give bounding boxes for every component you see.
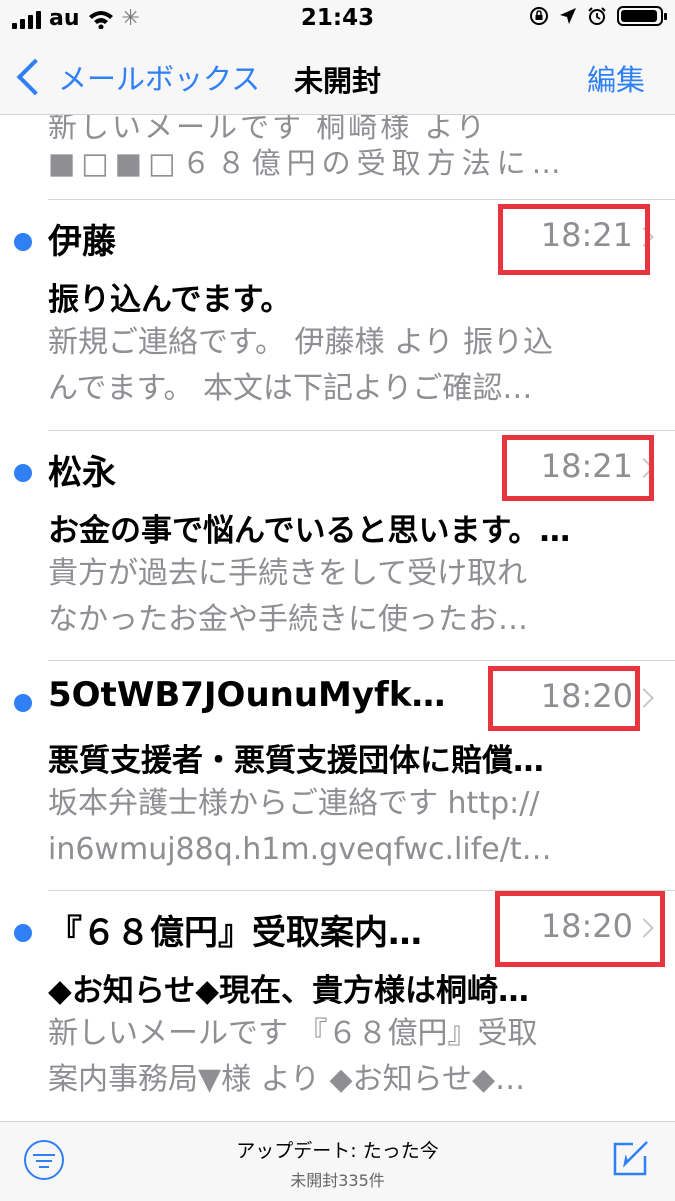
subject: 振り込んでます。 bbox=[48, 282, 292, 318]
sender-name: 松永 bbox=[48, 453, 116, 493]
back-label: メールボックス bbox=[58, 62, 261, 96]
compose-icon[interactable] bbox=[611, 1138, 651, 1178]
bottom-toolbar: アップデート: たった今 未開封335件 bbox=[0, 1121, 675, 1201]
unread-dot-icon bbox=[14, 464, 32, 482]
subject: お金の事で悩んでいると思います。… bbox=[48, 513, 571, 549]
page-title: 未開封 bbox=[293, 64, 381, 98]
highlight-box bbox=[488, 666, 640, 731]
list-item-partial[interactable]: 新しいメールです 桐崎様 より ■□■□６８億円の受取方法に… bbox=[48, 115, 648, 185]
mailboxes-back-button[interactable]: メールボックス bbox=[14, 56, 260, 98]
highlight-box bbox=[495, 891, 665, 967]
preview: 新規ご連絡です。 伊藤様 より 振り込 んでます。 本文は下記よりご確認… bbox=[48, 320, 648, 412]
preview-line1: 新しいメールです 『６８億円』受取 bbox=[48, 1016, 538, 1051]
update-status: アップデート: たった今 未開封335件 bbox=[0, 1136, 675, 1191]
highlight-box bbox=[502, 435, 654, 501]
navigation-bar: メールボックス 未開封 編集 bbox=[0, 40, 675, 115]
preview-line2: なかったお金や手続きに使ったお… bbox=[48, 602, 528, 637]
partial-preview-line2: ■□■□６８億円の受取方法に… bbox=[48, 146, 567, 180]
status-right bbox=[529, 6, 667, 26]
back-chevron-icon bbox=[16, 58, 54, 96]
preview-line1: 新規ご連絡です。 伊藤様 より 振り込 bbox=[48, 325, 554, 360]
unread-count: 未開封335件 bbox=[290, 1171, 385, 1190]
edit-button[interactable]: 編集 bbox=[587, 57, 645, 99]
sender-name: 5OtWB7JOunuMyfk… bbox=[48, 675, 446, 715]
unread-dot-icon bbox=[14, 233, 32, 251]
preview: 貴方が過去に手続きをして受け取れ なかったお金や手続きに使ったお… bbox=[48, 551, 648, 643]
sender-name: 伊藤 bbox=[48, 222, 116, 262]
preview: 新しいメールです 『６８億円』受取 案内事務局▼様 より ◆お知らせ◆… bbox=[48, 1011, 648, 1103]
unread-dot-icon bbox=[14, 924, 32, 942]
preview: 坂本弁護士様からご連絡です http:// in6wmuj88q.h1m.gve… bbox=[48, 781, 648, 873]
lock-rotation-icon bbox=[530, 7, 548, 25]
partial-preview-line1: 新しいメールです 桐崎様 より bbox=[48, 115, 488, 141]
list-item[interactable]: 5OtWB7JOunuMyfk… 18:20 悪質支援者・悪質支援団体に賠償… … bbox=[0, 661, 675, 891]
list-item[interactable]: 伊藤 18:21 振り込んでます。 新規ご連絡です。 伊藤様 より 振り込 んで… bbox=[0, 200, 675, 430]
preview-line2: 案内事務局▼様 より ◆お知らせ◆… bbox=[48, 1062, 526, 1097]
mail-list[interactable]: 新しいメールです 桐崎様 より ■□■□６８億円の受取方法に… 伊藤 18:21… bbox=[0, 115, 675, 1120]
unread-dot-icon bbox=[14, 694, 32, 712]
update-text: アップデート: たった今 bbox=[236, 1140, 439, 1162]
list-item[interactable]: 『６８億円』受取案内… 18:20 ◆お知らせ◆現在、貴方様は桐崎… 新しいメー… bbox=[0, 891, 675, 1120]
preview-line1: 坂本弁護士様からご連絡です http:// bbox=[48, 786, 540, 821]
status-bar: au ✳ 21:43 bbox=[0, 0, 675, 40]
alarm-icon bbox=[588, 7, 606, 25]
highlight-box bbox=[498, 204, 650, 275]
preview-line2: んでます。 本文は下記よりご確認… bbox=[48, 371, 533, 406]
subject: 悪質支援者・悪質支援団体に賠償… bbox=[48, 743, 544, 779]
subject: ◆お知らせ◆現在、貴方様は桐崎… bbox=[48, 973, 530, 1009]
preview-line2: in6wmuj88q.h1m.gveqfwc.life/t… bbox=[48, 832, 552, 867]
filter-icon[interactable] bbox=[24, 1140, 64, 1180]
list-item[interactable]: 松永 18:21 お金の事で悩んでいると思います。… 貴方が過去に手続きをして受… bbox=[0, 431, 675, 661]
battery-icon bbox=[617, 6, 667, 26]
sender-name: 『６８億円』受取案内… bbox=[48, 913, 422, 953]
preview-line1: 貴方が過去に手続きをして受け取れ bbox=[48, 556, 528, 591]
location-arrow-icon bbox=[560, 8, 576, 24]
